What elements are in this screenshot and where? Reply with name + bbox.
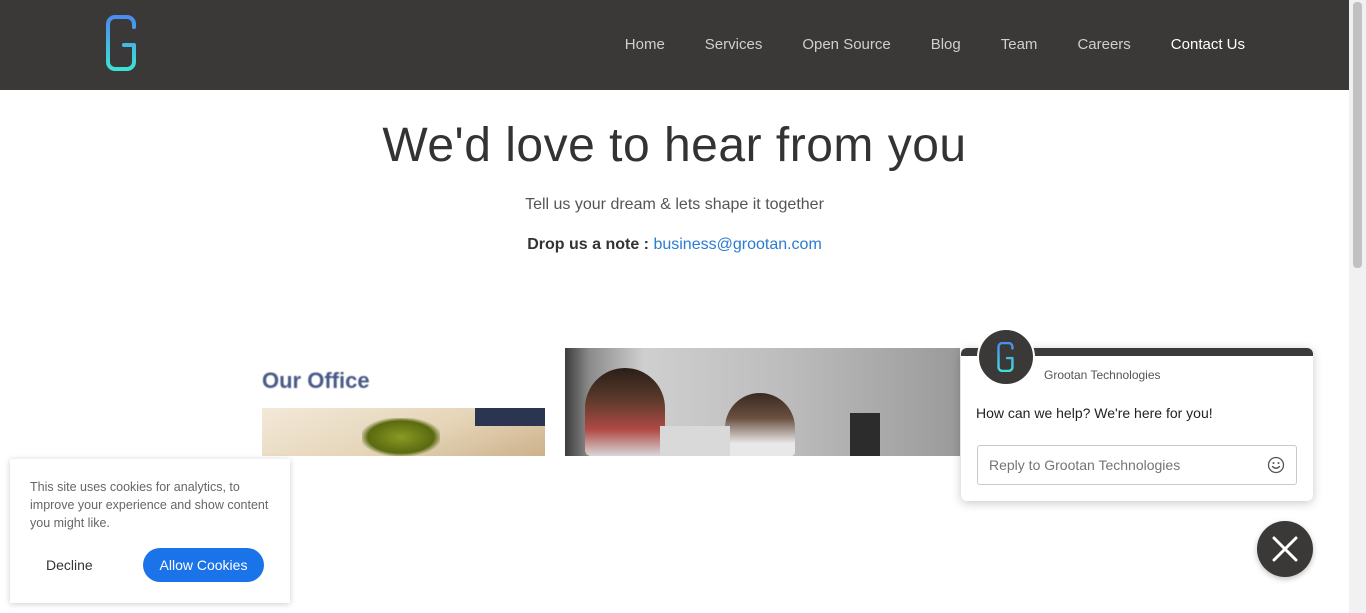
smiley-icon[interactable]	[1267, 456, 1285, 474]
page: Home Services Open Source Blog Team Care…	[0, 0, 1366, 613]
main-nav: Home Services Open Source Blog Team Care…	[585, 35, 1245, 55]
team-photo	[565, 348, 960, 456]
nav-open-source[interactable]: Open Source	[802, 35, 890, 55]
office-image-label: Our Office	[262, 368, 370, 393]
team-photo-laptop	[660, 426, 730, 456]
chat-close-button[interactable]	[1257, 521, 1313, 577]
team-photo-person	[585, 368, 665, 456]
nav-team[interactable]: Team	[1001, 35, 1038, 55]
cookie-banner: This site uses cookies for analytics, to…	[10, 459, 290, 603]
nav-careers[interactable]: Careers	[1077, 35, 1130, 55]
allow-cookies-button[interactable]: Allow Cookies	[143, 548, 264, 582]
chat-message: How can we help? We're here for you!	[976, 405, 1213, 421]
team-photo-person	[725, 393, 795, 456]
nav-blog[interactable]: Blog	[931, 35, 961, 55]
nav-home[interactable]: Home	[625, 35, 665, 55]
chat-reply-input[interactable]	[977, 445, 1297, 485]
page-subtitle: Tell us your dream & lets shape it toget…	[525, 196, 824, 213]
chat-avatar	[977, 328, 1035, 386]
office-image: Our Office	[262, 348, 545, 456]
page-scrollbar[interactable]	[1349, 0, 1366, 613]
close-icon	[1272, 536, 1298, 562]
office-plant-graphic	[362, 418, 440, 456]
decline-cookies-button[interactable]: Decline	[32, 548, 108, 582]
team-photo-monitor	[850, 413, 880, 456]
nav-contact-us[interactable]: Contact Us	[1171, 35, 1245, 55]
chat-company-name: Grootan Technologies	[1044, 368, 1161, 382]
contact-note: Drop us a note : business@grootan.com	[0, 236, 1349, 254]
page-title: We'd love to hear from you	[382, 119, 967, 172]
contact-email-link[interactable]: business@grootan.com	[653, 236, 821, 253]
site-header: Home Services Open Source Blog Team Care…	[0, 0, 1349, 90]
cookie-banner-text: This site uses cookies for analytics, to…	[30, 480, 269, 530]
office-dark-graphic	[475, 408, 545, 426]
grootan-logo-icon	[997, 342, 1014, 372]
chat-widget: Grootan Technologies How can we help? We…	[961, 328, 1313, 501]
scrollbar-thumb[interactable]	[1353, 2, 1362, 268]
nav-services[interactable]: Services	[705, 35, 763, 55]
contact-note-label: Drop us a note :	[527, 236, 649, 253]
grootan-logo[interactable]	[104, 15, 140, 71]
